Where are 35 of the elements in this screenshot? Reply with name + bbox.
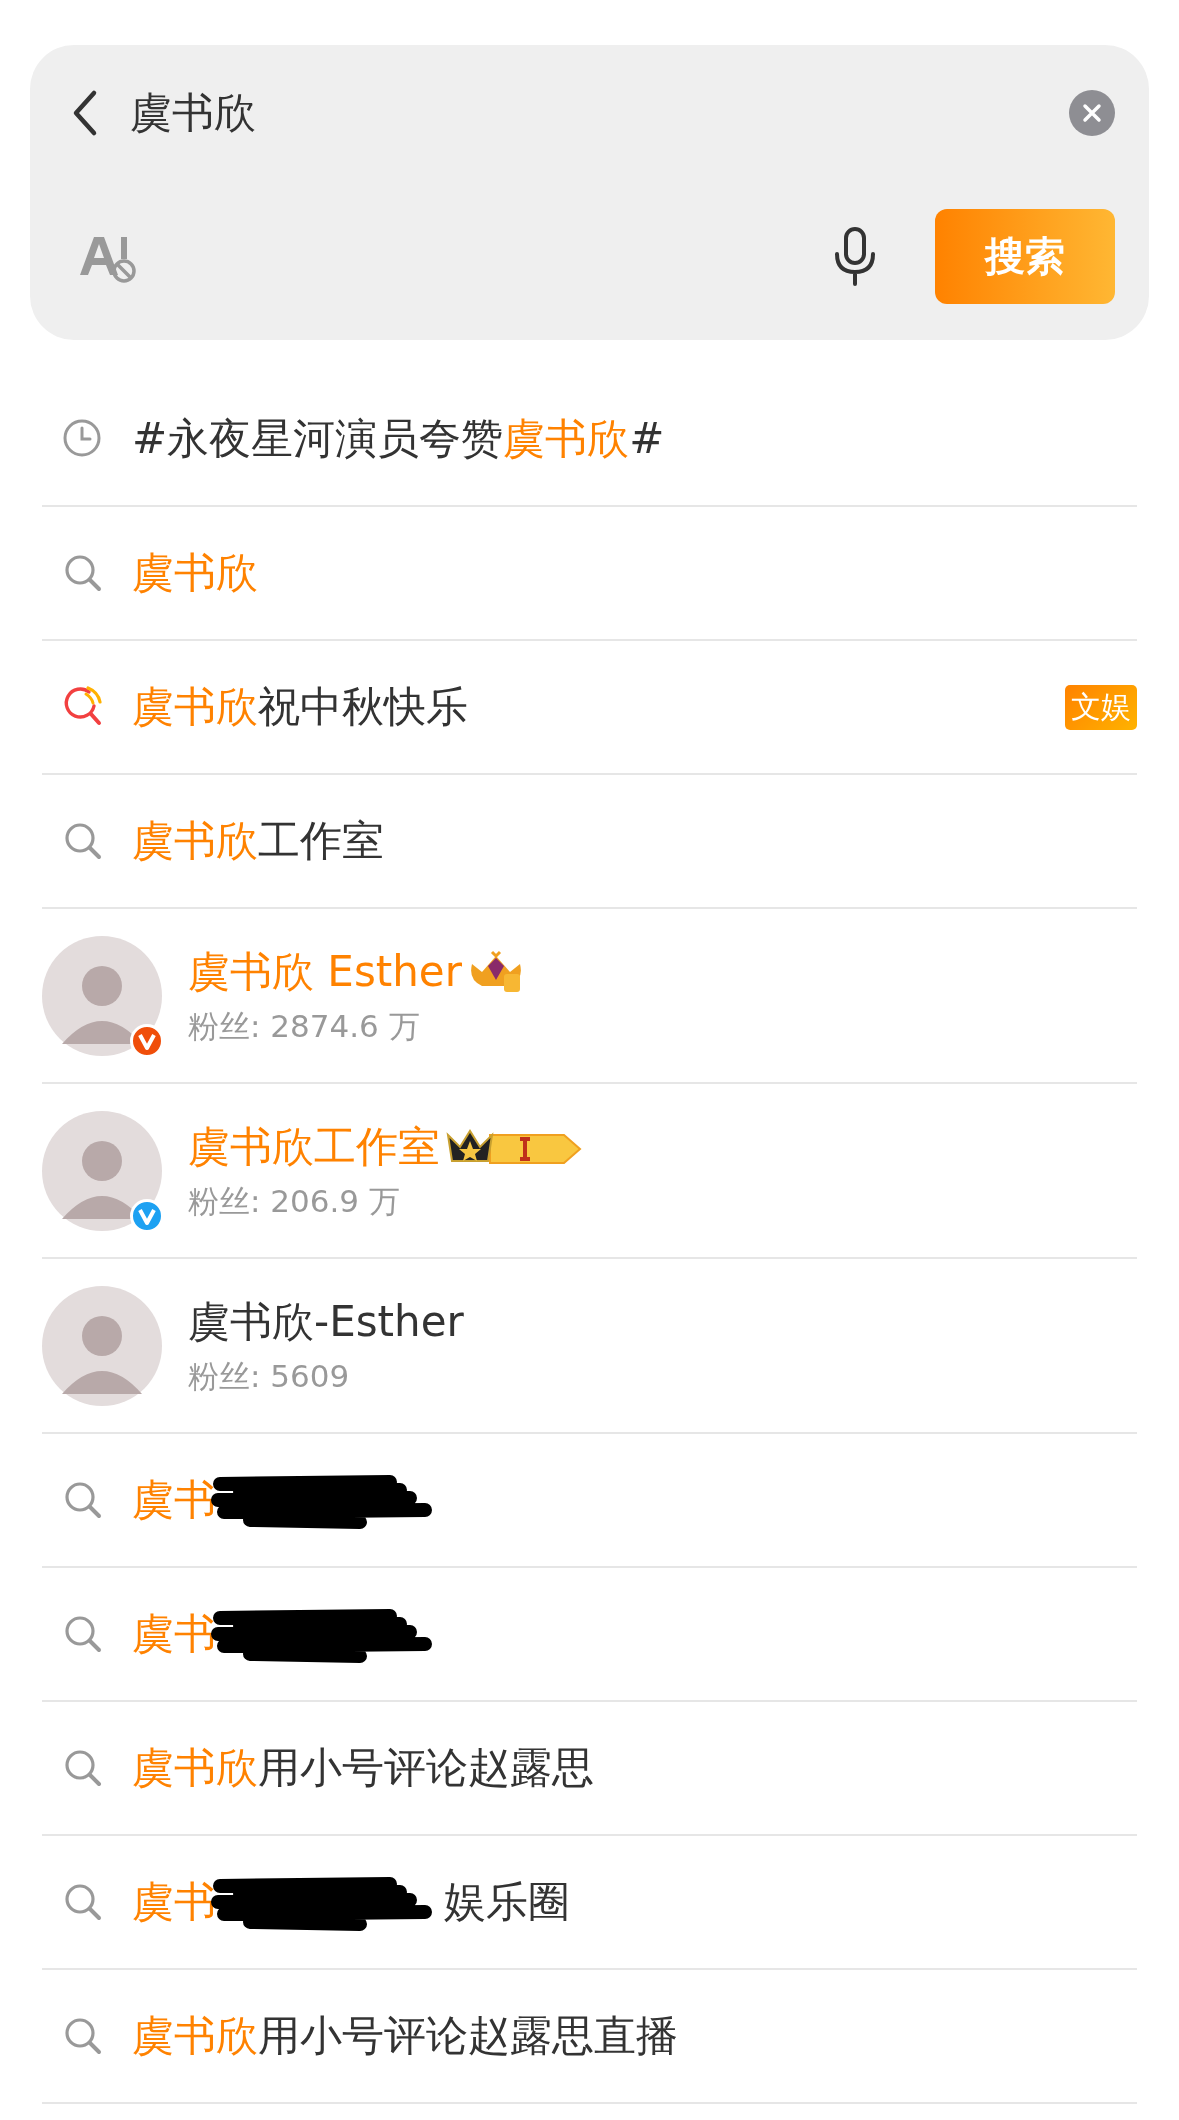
suggestion-text: 虞书 <box>132 1876 216 1928</box>
trending-search-icon <box>62 686 104 728</box>
search-icon <box>62 1479 104 1521</box>
search-icon <box>62 1881 104 1923</box>
microphone-icon[interactable] <box>833 225 877 288</box>
suggestion-text: 虞书欣 <box>132 547 258 599</box>
follower-count: 粉丝: 5609 <box>188 1356 351 1396</box>
suggestion-text: 虞书 <box>132 1608 216 1660</box>
search-icon <box>62 552 104 594</box>
suggestion-row[interactable]: 虞书欣工作室 <box>42 775 1137 909</box>
user-name: 虞书欣 Esther <box>188 945 462 998</box>
search-icon <box>62 820 104 862</box>
suggestion-row[interactable]: 虞书欣用小号评论赵露思直播 <box>42 1970 1137 2104</box>
suggestion-row[interactable]: 虞书 娱乐圈 <box>42 1836 1137 1970</box>
suggestion-text: #永夜星河演员夸赞虞书欣# <box>132 413 665 465</box>
suggestion-text: 虞书欣工作室 <box>132 815 384 867</box>
suggestion-text: 娱乐圈 <box>444 1876 570 1928</box>
clear-icon[interactable] <box>1069 90 1115 136</box>
suggestion-row[interactable]: 虞书欣祝中秋快乐 文娱 <box>42 641 1137 775</box>
search-icon <box>62 1613 104 1655</box>
follower-count: 粉丝: 206.9 万 <box>188 1181 401 1221</box>
search-field[interactable]: 虞书欣 <box>130 85 1039 141</box>
user-result[interactable]: 虞书欣-Esther 粉丝: 5609 <box>42 1259 1137 1434</box>
suggestion-row[interactable]: 虞书欣用小号评论赵露思 <box>42 1702 1137 1836</box>
suggestion-text: 虞书欣祝中秋快乐 <box>132 681 468 733</box>
search-icon <box>62 1747 104 1789</box>
suggestion-text: 虞书欣用小号评论赵露思 <box>132 1742 594 1794</box>
user-name: 虞书欣工作室 <box>188 1120 440 1173</box>
follower-count: 粉丝: 2874.6 万 <box>188 1006 421 1046</box>
user-name: 虞书欣-Esther <box>188 1295 464 1348</box>
suggestion-row[interactable]: #永夜星河演员夸赞虞书欣# <box>42 373 1137 507</box>
category-tag: 文娱 <box>1065 684 1137 730</box>
search-icon <box>62 2015 104 2057</box>
suggestion-text: 虞书 <box>132 1474 216 1526</box>
suggestion-text: 虞书欣用小号评论赵露思直播 <box>132 2010 678 2062</box>
